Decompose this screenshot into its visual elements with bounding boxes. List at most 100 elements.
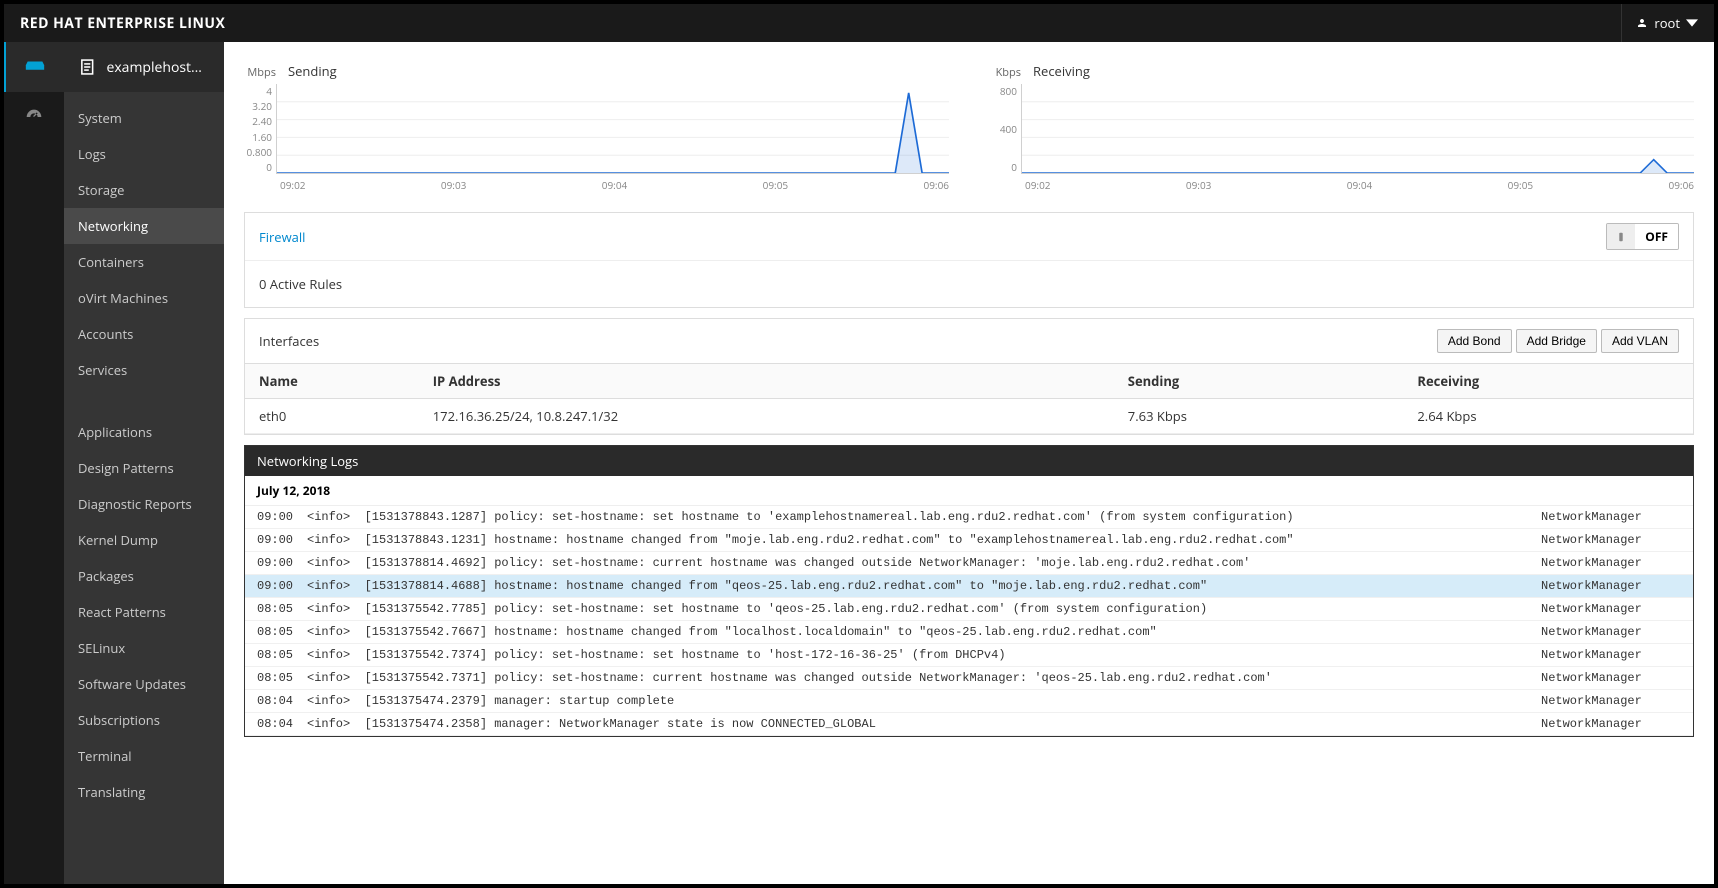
log-source: NetworkManager xyxy=(1541,648,1681,662)
iface-name: eth0 xyxy=(245,399,419,434)
log-source: NetworkManager xyxy=(1541,602,1681,616)
sidebar-item-design-patterns[interactable]: Design Patterns xyxy=(64,450,224,486)
log-source: NetworkManager xyxy=(1541,717,1681,731)
logs-panel: Networking Logs July 12, 2018 09:00<info… xyxy=(244,445,1694,737)
interfaces-panel: Interfaces Add Bond Add Bridge Add VLAN … xyxy=(244,318,1694,435)
log-source: NetworkManager xyxy=(1541,671,1681,685)
chart-title: Sending xyxy=(288,62,337,80)
document-icon xyxy=(78,57,96,77)
firewall-panel: Firewall OFF 0 Active Rules xyxy=(244,212,1694,308)
log-time: 08:05 xyxy=(257,602,307,616)
log-time: 09:00 xyxy=(257,556,307,570)
col-sending: Sending xyxy=(1114,364,1404,399)
sidebar-item-accounts[interactable]: Accounts xyxy=(64,316,224,352)
sidebar-item-logs[interactable]: Logs xyxy=(64,136,224,172)
add-bridge-button[interactable]: Add Bridge xyxy=(1516,329,1597,353)
log-time: 08:04 xyxy=(257,694,307,708)
brand-label: RED HAT ENTERPRISE LINUX xyxy=(20,14,225,33)
log-time: 08:05 xyxy=(257,648,307,662)
col-ip: IP Address xyxy=(419,364,1114,399)
log-message: <info> [1531378814.4692] policy: set-hos… xyxy=(307,556,1541,570)
col-name: Name xyxy=(245,364,419,399)
icon-rail xyxy=(4,42,64,884)
nav-secondary: ApplicationsDesign PatternsDiagnostic Re… xyxy=(64,406,224,810)
sidebar-item-packages[interactable]: Packages xyxy=(64,558,224,594)
log-row[interactable]: 09:00<info> [1531378814.4692] policy: se… xyxy=(245,552,1693,575)
sidebar-item-software-updates[interactable]: Software Updates xyxy=(64,666,224,702)
log-message: <info> [1531375542.7374] policy: set-hos… xyxy=(307,648,1541,662)
nav-primary: SystemLogsStorageNetworkingContainersoVi… xyxy=(64,92,224,388)
sidebar-item-selinux[interactable]: SELinux xyxy=(64,630,224,666)
chart-receiving: KbpsReceiving800400009:0209:0309:0409:05… xyxy=(989,62,1694,192)
sidebar: examplehostna... SystemLogsStorageNetwor… xyxy=(64,42,224,884)
log-time: 08:05 xyxy=(257,625,307,639)
firewall-toggle-state: OFF xyxy=(1635,224,1678,249)
iface-sending: 7.63 Kbps xyxy=(1114,399,1404,434)
log-time: 09:00 xyxy=(257,579,307,593)
sidebar-item-applications[interactable]: Applications xyxy=(64,414,224,450)
interface-row[interactable]: eth0172.16.36.25/24, 10.8.247.1/327.63 K… xyxy=(245,399,1693,434)
user-name: root xyxy=(1654,14,1680,32)
firewall-link[interactable]: Firewall xyxy=(259,228,305,246)
log-message: <info> [1531378843.1231] hostname: hostn… xyxy=(307,533,1541,547)
main-content: MbpsSending43.202.401.600.800009:0209:03… xyxy=(224,42,1714,884)
log-row[interactable]: 09:00<info> [1531378843.1287] policy: se… xyxy=(245,506,1693,529)
sidebar-item-subscriptions[interactable]: Subscriptions xyxy=(64,702,224,738)
log-row[interactable]: 08:05<info> [1531375542.7374] policy: se… xyxy=(245,644,1693,667)
sidebar-item-ovirt-machines[interactable]: oVirt Machines xyxy=(64,280,224,316)
log-message: <info> [1531378843.1287] policy: set-hos… xyxy=(307,510,1541,524)
log-row[interactable]: 08:04<info> [1531375474.2379] manager: s… xyxy=(245,690,1693,713)
iface-receiving: 2.64 Kbps xyxy=(1403,399,1693,434)
col-receiving: Receiving xyxy=(1403,364,1693,399)
log-row[interactable]: 08:05<info> [1531375542.7785] policy: se… xyxy=(245,598,1693,621)
iface-ip: 172.16.36.25/24, 10.8.247.1/32 xyxy=(419,399,1114,434)
log-row[interactable]: 09:00<info> [1531378814.4688] hostname: … xyxy=(245,575,1693,598)
chart-unit: Mbps xyxy=(244,65,276,80)
interfaces-title: Interfaces xyxy=(259,332,319,350)
add-vlan-button[interactable]: Add VLAN xyxy=(1601,329,1679,353)
host-selector[interactable]: examplehostna... xyxy=(64,42,224,92)
log-source: NetworkManager xyxy=(1541,579,1681,593)
log-message: <info> [1531378814.4688] hostname: hostn… xyxy=(307,579,1541,593)
log-time: 08:05 xyxy=(257,671,307,685)
sidebar-item-storage[interactable]: Storage xyxy=(64,172,224,208)
host-label: examplehostna... xyxy=(106,58,210,77)
log-source: NetworkManager xyxy=(1541,510,1681,524)
sidebar-item-containers[interactable]: Containers xyxy=(64,244,224,280)
log-row[interactable]: 08:04<info> [1531375474.2358] manager: N… xyxy=(245,713,1693,736)
log-time: 09:00 xyxy=(257,533,307,547)
rail-dashboard-icon[interactable] xyxy=(4,92,64,142)
user-icon xyxy=(1636,17,1648,29)
firewall-rules-text: 0 Active Rules xyxy=(245,261,1693,307)
log-time: 08:04 xyxy=(257,717,307,731)
log-source: NetworkManager xyxy=(1541,533,1681,547)
log-source: NetworkManager xyxy=(1541,694,1681,708)
sidebar-item-diagnostic-reports[interactable]: Diagnostic Reports xyxy=(64,486,224,522)
log-time: 09:00 xyxy=(257,510,307,524)
rail-server-icon[interactable] xyxy=(4,42,64,92)
log-message: <info> [1531375542.7371] policy: set-hos… xyxy=(307,671,1541,685)
sidebar-item-system[interactable]: System xyxy=(64,100,224,136)
log-message: <info> [1531375474.2379] manager: startu… xyxy=(307,694,1541,708)
sidebar-item-terminal[interactable]: Terminal xyxy=(64,738,224,774)
chart-unit: Kbps xyxy=(989,65,1021,80)
sidebar-item-networking[interactable]: Networking xyxy=(64,208,224,244)
firewall-toggle[interactable]: OFF xyxy=(1606,223,1679,250)
add-bond-button[interactable]: Add Bond xyxy=(1437,329,1512,353)
logs-date: July 12, 2018 xyxy=(245,476,1693,506)
firewall-toggle-icon xyxy=(1607,224,1635,249)
log-row[interactable]: 09:00<info> [1531378843.1231] hostname: … xyxy=(245,529,1693,552)
log-source: NetworkManager xyxy=(1541,556,1681,570)
sidebar-item-kernel-dump[interactable]: Kernel Dump xyxy=(64,522,224,558)
log-source: NetworkManager xyxy=(1541,625,1681,639)
sidebar-item-services[interactable]: Services xyxy=(64,352,224,388)
log-row[interactable]: 08:05<info> [1531375542.7371] policy: se… xyxy=(245,667,1693,690)
user-menu[interactable]: root xyxy=(1621,4,1698,42)
log-row[interactable]: 08:05<info> [1531375542.7667] hostname: … xyxy=(245,621,1693,644)
log-message: <info> [1531375542.7785] policy: set-hos… xyxy=(307,602,1541,616)
sidebar-item-translating[interactable]: Translating xyxy=(64,774,224,810)
chart-title: Receiving xyxy=(1033,62,1090,80)
log-message: <info> [1531375542.7667] hostname: hostn… xyxy=(307,625,1541,639)
sidebar-item-react-patterns[interactable]: React Patterns xyxy=(64,594,224,630)
topbar: RED HAT ENTERPRISE LINUX root xyxy=(4,4,1714,42)
